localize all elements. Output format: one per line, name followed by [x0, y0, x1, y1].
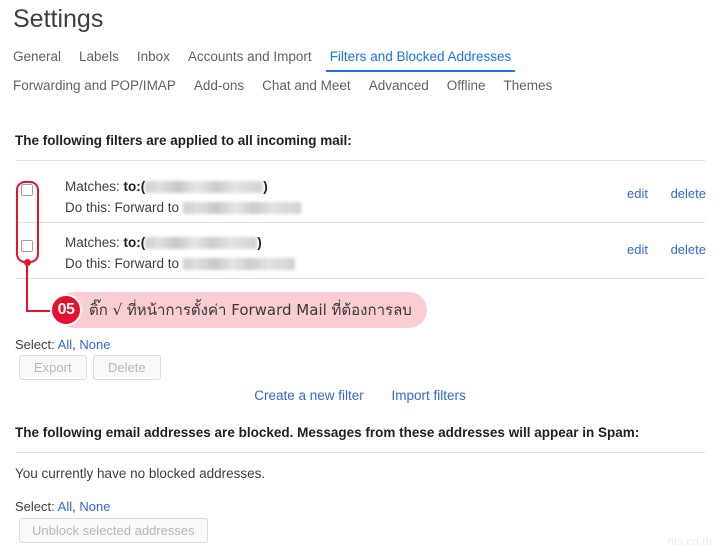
- tab-labels[interactable]: Labels: [70, 46, 128, 68]
- filter-matches-label: Matches:: [65, 235, 120, 250]
- tab-general[interactable]: General: [13, 46, 70, 68]
- filter-edit-link-1[interactable]: edit: [627, 186, 648, 201]
- blocked-section-heading: The following email addresses are blocke…: [15, 425, 640, 440]
- filter-action-label: Do this: Forward to: [65, 256, 180, 271]
- select-label: Select:: [15, 499, 55, 514]
- filter-matches-label: Matches:: [65, 179, 120, 194]
- filter-delete-link-1[interactable]: delete: [671, 186, 706, 201]
- filter-matches-suffix: ): [263, 179, 268, 194]
- no-blocked-addresses-message: You currently have no blocked addresses.: [15, 466, 266, 481]
- settings-tabs: General Labels Inbox Accounts and Import…: [0, 46, 720, 103]
- tab-inbox[interactable]: Inbox: [128, 46, 179, 68]
- filter-matches-value-redacted: [145, 237, 258, 249]
- create-new-filter-link[interactable]: Create a new filter: [254, 388, 364, 403]
- select-separator: ,: [72, 337, 76, 352]
- tab-themes[interactable]: Themes: [495, 75, 562, 97]
- watermark: nts.co.th: [667, 536, 712, 548]
- unblock-selected-addresses-button[interactable]: Unblock selected addresses: [19, 518, 208, 543]
- filter-matches-line-1: Matches: to:(): [65, 176, 301, 197]
- filter-action-line-1: Do this: Forward to: [65, 197, 301, 218]
- annotation-callout-text: ติ๊ก √ ที่หน้าการตั้งค่า Forward Mail ที…: [89, 301, 412, 319]
- tab-advanced[interactable]: Advanced: [360, 75, 438, 97]
- filter-action-value-redacted: [182, 202, 301, 214]
- tab-row-primary: General Labels Inbox Accounts and Import…: [0, 46, 720, 75]
- filter-matches-prefix: to:(: [123, 235, 146, 250]
- select-none-blocked-link[interactable]: None: [79, 499, 110, 514]
- tab-filters-and-blocked-addresses[interactable]: Filters and Blocked Addresses: [321, 46, 521, 72]
- annotation-step-badge: 05: [50, 294, 82, 326]
- select-all-filters-link[interactable]: All: [58, 337, 72, 352]
- filters-select-line: Select: All, None: [15, 337, 110, 352]
- filter-delete-link-2[interactable]: delete: [671, 242, 706, 257]
- select-all-blocked-link[interactable]: All: [58, 499, 72, 514]
- filter-action-label: Do this: Forward to: [65, 200, 180, 215]
- filter-checkbox-1[interactable]: [21, 184, 33, 196]
- tab-accounts-and-import[interactable]: Accounts and Import: [179, 46, 321, 68]
- filter-matches-suffix: ): [257, 235, 262, 250]
- divider: [16, 160, 705, 161]
- tab-row-secondary: Forwarding and POP/IMAP Add-ons Chat and…: [0, 75, 720, 103]
- select-none-filters-link[interactable]: None: [79, 337, 110, 352]
- select-separator: ,: [72, 499, 76, 514]
- filter-description-2: Matches: to:() Do this: Forward to: [65, 232, 295, 274]
- tab-add-ons[interactable]: Add-ons: [185, 75, 253, 97]
- import-filters-link[interactable]: Import filters: [392, 388, 466, 403]
- tab-offline[interactable]: Offline: [438, 75, 495, 97]
- filter-action-line-2: Do this: Forward to: [65, 253, 295, 274]
- blocked-select-line: Select: All, None: [15, 499, 110, 514]
- delete-button[interactable]: Delete: [93, 355, 161, 380]
- annotation-leader-line-vertical: [25, 262, 28, 312]
- filter-action-links: Create a new filter Import filters: [0, 388, 720, 403]
- filters-section-heading: The following filters are applied to all…: [15, 133, 352, 148]
- divider: [16, 278, 705, 279]
- filter-checkbox-2[interactable]: [21, 240, 33, 252]
- tab-forwarding-and-pop-imap[interactable]: Forwarding and POP/IMAP: [13, 75, 185, 97]
- filter-row: Matches: to:() Do this: Forward to edit …: [0, 222, 720, 278]
- filter-matches-prefix: to:(: [123, 179, 146, 194]
- filter-row: Matches: to:() Do this: Forward to edit …: [0, 166, 720, 222]
- page-title: Settings: [13, 5, 104, 33]
- export-button[interactable]: Export: [19, 355, 87, 380]
- divider: [16, 452, 705, 453]
- filter-edit-link-2[interactable]: edit: [627, 242, 648, 257]
- filter-description-1: Matches: to:() Do this: Forward to: [65, 176, 301, 218]
- filter-action-value-redacted: [182, 258, 295, 270]
- filter-matches-line-2: Matches: to:(): [65, 232, 295, 253]
- filter-matches-value-redacted: [145, 181, 264, 193]
- tab-chat-and-meet[interactable]: Chat and Meet: [253, 75, 360, 97]
- select-label: Select:: [15, 337, 55, 352]
